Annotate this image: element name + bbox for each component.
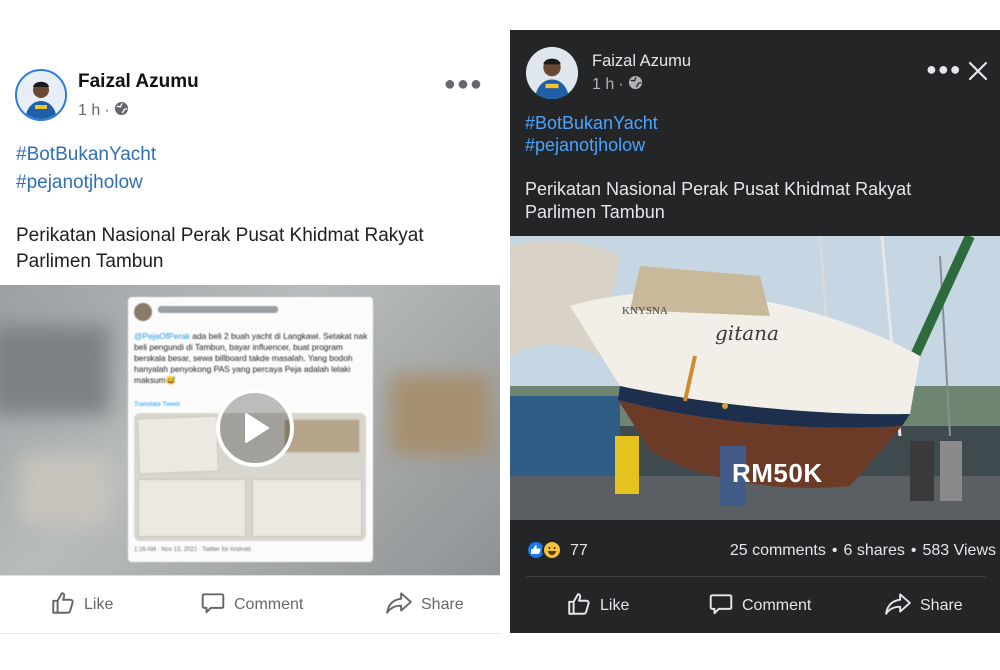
id-card — [284, 419, 360, 453]
document-scan — [252, 479, 362, 537]
comment-icon — [200, 590, 226, 621]
meta-separator: · — [104, 102, 110, 119]
like-label: Like — [84, 596, 114, 613]
more-dots-icon[interactable]: ●●● — [926, 59, 962, 80]
bullet: • — [910, 542, 917, 559]
shares-count[interactable]: 6 shares — [843, 542, 904, 560]
reaction-icons[interactable] — [526, 540, 566, 562]
boat-name: gitana — [715, 321, 779, 345]
engagement-stats: 77 25 comments • 6 shares • 583 Views — [510, 520, 1000, 574]
close-icon[interactable] — [968, 61, 988, 86]
share-icon — [385, 590, 413, 621]
globe-icon — [114, 101, 129, 121]
comment-button[interactable]: Comment — [708, 577, 811, 635]
post-time[interactable]: 1 h — [78, 102, 100, 120]
like-button[interactable]: Like — [50, 576, 113, 634]
like-label: Like — [600, 597, 630, 614]
haha-reaction-icon — [542, 540, 562, 560]
post-meta: 1 h · — [78, 101, 129, 121]
thumbs-up-icon — [50, 590, 76, 621]
comment-label: Comment — [742, 597, 812, 614]
document-scan — [138, 479, 246, 537]
hull-name: KNYSNA — [622, 305, 668, 317]
share-icon — [884, 591, 912, 622]
share-button[interactable]: Share — [884, 577, 963, 635]
tweet-avatar — [134, 303, 152, 321]
divider — [0, 633, 500, 634]
hashtag-pejanotjholow[interactable]: #pejanotjholow — [525, 135, 645, 156]
views-count: 583 Views — [922, 542, 996, 559]
globe-icon — [628, 75, 643, 95]
video-thumbnail[interactable]: @PejaOfPerak ada beli 2 buah yacht di La… — [0, 285, 500, 575]
hashtag-botbukanyacht[interactable]: #BotBukanYacht — [525, 113, 658, 134]
tweet-footer: 1:16 AM · Nov 13, 2022 · Twitter for And… — [134, 547, 251, 553]
share-button[interactable]: Share — [385, 576, 464, 634]
blurred-background — [390, 375, 490, 455]
left-post: Faizal Azumu 1 h · ●●● #BotBukanYacht #p… — [0, 55, 500, 634]
hashtag-pejanotjholow[interactable]: #pejanotjholow — [16, 172, 143, 194]
tweet-mention: @PejaOfPerak — [134, 331, 190, 341]
post-header: Faizal Azumu 1 h · ●●● — [15, 69, 495, 125]
more-dots-icon[interactable]: ●●● — [444, 73, 483, 96]
avatar[interactable] — [15, 69, 67, 121]
like-button[interactable]: Like — [566, 577, 629, 635]
hashtag-botbukanyacht[interactable]: #BotBukanYacht — [16, 144, 156, 166]
blurred-background — [20, 455, 110, 525]
post-image[interactable]: KNYSNA gitana RM50K — [510, 236, 1000, 520]
share-label: Share — [421, 596, 464, 613]
avatar[interactable] — [526, 47, 578, 99]
post-time[interactable]: 1 h — [592, 76, 614, 94]
post-meta: 1 h · — [592, 75, 643, 95]
engagement-summary: 25 comments • 6 shares • 583 Views — [730, 542, 996, 560]
tweet-header — [134, 303, 364, 325]
meta-separator: · — [618, 76, 624, 93]
comments-count[interactable]: 25 comments — [730, 542, 826, 560]
tweet-translate: Translate Tweet — [134, 401, 180, 408]
author-name[interactable]: Faizal Azumu — [592, 52, 691, 71]
post-text: Perikatan Nasional Perak Pusat Khidmat R… — [16, 225, 424, 272]
price-overlay: RM50K — [732, 458, 823, 488]
thumbs-up-icon — [566, 591, 592, 622]
tweet-author-blurred — [158, 306, 278, 313]
comment-label: Comment — [234, 596, 304, 613]
bullet: • — [831, 542, 838, 559]
action-bar: Like Comment Share — [0, 575, 500, 633]
author-name[interactable]: Faizal Azumu — [78, 71, 199, 93]
action-bar: Like Comment Share — [510, 577, 1000, 633]
document-scan — [137, 415, 219, 475]
blurred-background — [0, 325, 110, 415]
play-icon[interactable] — [216, 389, 294, 467]
comment-icon — [708, 591, 734, 622]
right-post: Faizal Azumu 1 h · ●●● #BotBukanYacht #p… — [510, 30, 1000, 633]
share-label: Share — [920, 597, 963, 614]
post-text: Perikatan Nasional Perak Pusat Khidmat R… — [525, 179, 912, 222]
reaction-count[interactable]: 77 — [570, 542, 588, 560]
tweet-body: @PejaOfPerak ada beli 2 buah yacht di La… — [134, 331, 370, 386]
comment-button[interactable]: Comment — [200, 576, 303, 634]
